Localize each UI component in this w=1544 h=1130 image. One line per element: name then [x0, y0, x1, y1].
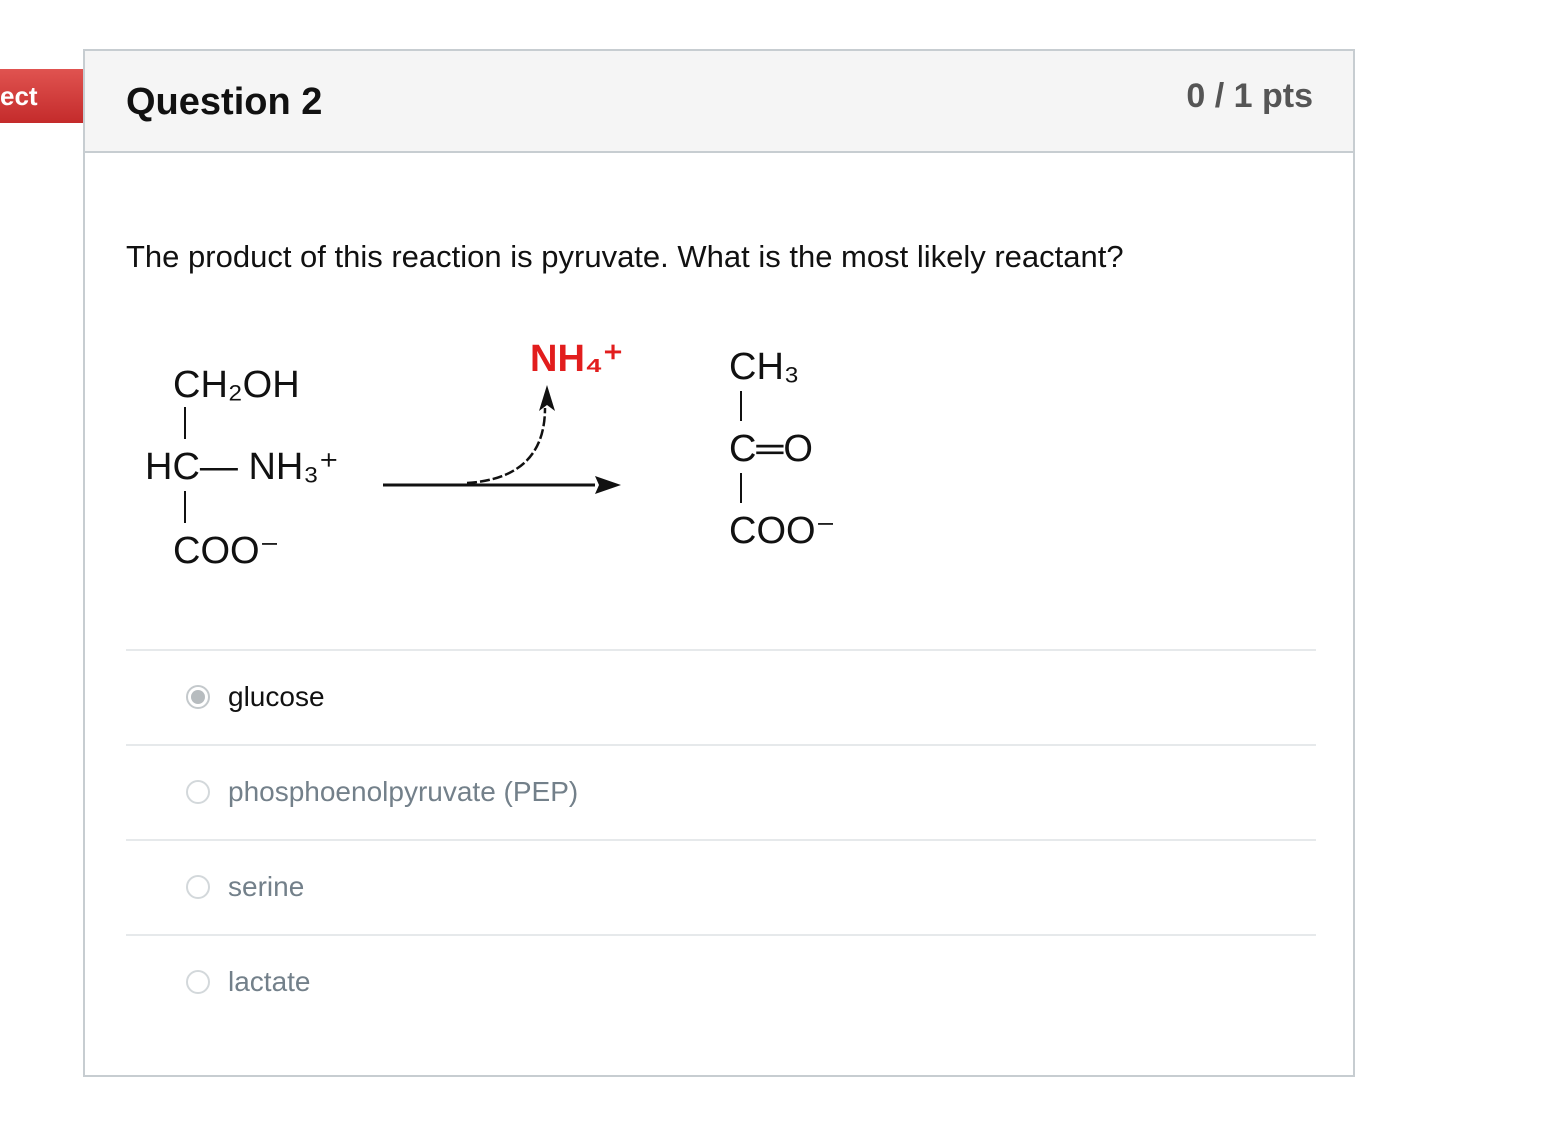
answer-option-glucose[interactable]: glucose: [126, 649, 1316, 744]
question-card: Question 2 0 / 1 pts The product of this…: [83, 49, 1355, 1077]
flag-label: ect: [0, 81, 38, 111]
byproduct-label: NH₄⁺: [530, 338, 623, 380]
radio-icon[interactable]: [186, 875, 210, 899]
reactant-top: CH₂OH: [173, 364, 300, 406]
answer-label[interactable]: lactate: [228, 966, 311, 998]
answer-list: glucose phosphoenolpyruvate (PEP) serine…: [126, 649, 1316, 1029]
answer-label[interactable]: glucose: [228, 681, 325, 713]
answer-label[interactable]: serine: [228, 871, 304, 903]
answer-option-lactate[interactable]: lactate: [126, 934, 1316, 1029]
product-middle: C═O: [729, 428, 813, 470]
radio-selected-icon[interactable]: [186, 685, 210, 709]
product-top: CH₃: [729, 346, 799, 388]
question-header: Question 2 0 / 1 pts: [85, 51, 1353, 153]
question-text: The product of this reaction is pyruvate…: [126, 239, 1124, 274]
reaction-diagram: CH₂OH HC— NH₃⁺ COO⁻ NH₄⁺ CH₃ C═O COO⁻: [125, 313, 885, 603]
answer-option-pep[interactable]: phosphoenolpyruvate (PEP): [126, 744, 1316, 839]
question-title: Question 2: [126, 81, 323, 123]
reaction-image: CH₂OH HC— NH₃⁺ COO⁻ NH₄⁺ CH₃ C═O COO⁻: [145, 338, 836, 572]
answer-option-serine[interactable]: serine: [126, 839, 1316, 934]
reactant-middle: HC— NH₃⁺: [145, 446, 339, 488]
answer-label[interactable]: phosphoenolpyruvate (PEP): [228, 776, 578, 808]
radio-icon[interactable]: [186, 970, 210, 994]
reaction-arrow: [383, 385, 621, 494]
question-points: 0 / 1 pts: [1186, 77, 1313, 115]
product-bottom: COO⁻: [729, 510, 836, 552]
radio-icon[interactable]: [186, 780, 210, 804]
quiz-page: ect Question 2 0 / 1 pts The product of …: [0, 0, 1544, 1130]
reactant-bottom: COO⁻: [173, 530, 280, 572]
